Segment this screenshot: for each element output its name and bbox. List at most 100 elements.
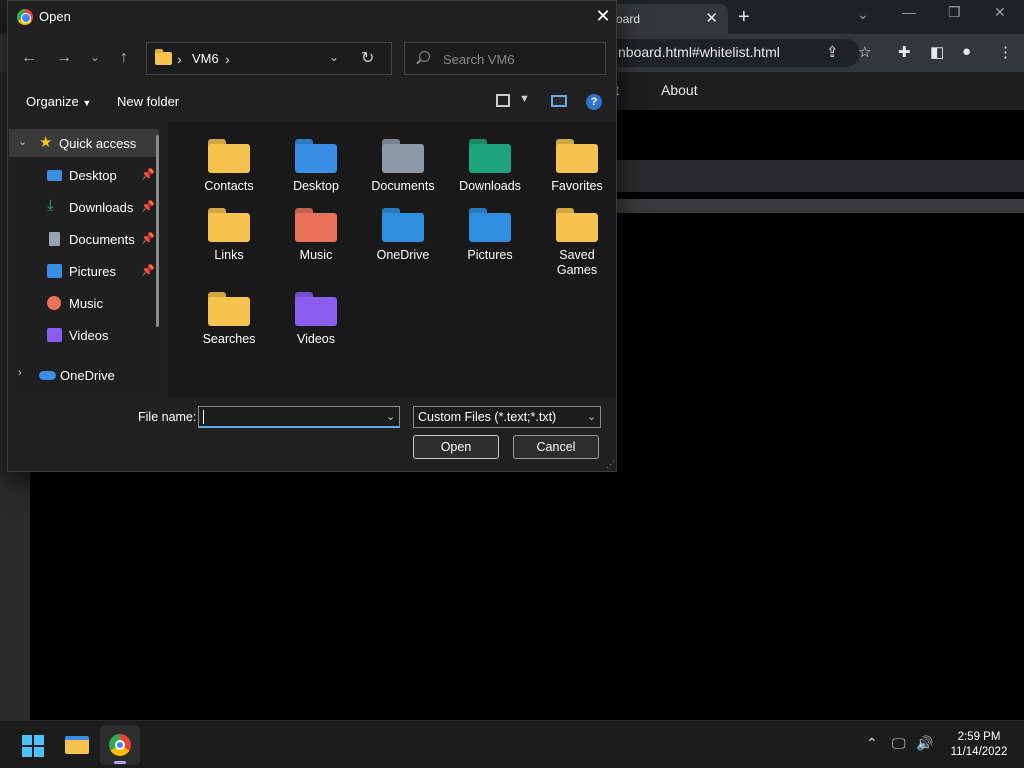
- file-item[interactable]: Music: [275, 198, 357, 276]
- chevron-down-icon[interactable]: ⌄: [18, 135, 27, 148]
- file-item[interactable]: Saved Games: [536, 198, 618, 277]
- organize-menu[interactable]: Organize ▼: [26, 94, 91, 109]
- sidebar-item-quick-access[interactable]: ⌄ ★ Quick access: [9, 129, 159, 157]
- clock[interactable]: 2:59 PM 11/14/2022: [944, 730, 1014, 760]
- sidebar-item-music[interactable]: Music: [15, 289, 165, 317]
- network-icon[interactable]: 🖵: [892, 735, 906, 752]
- documents-icon: [49, 232, 60, 246]
- windows-logo-icon: [22, 735, 44, 757]
- sidebar-item-onedrive[interactable]: › OneDrive: [9, 361, 159, 389]
- file-name-label: File name:: [138, 410, 197, 424]
- site-nav-about[interactable]: About: [661, 82, 698, 98]
- side-panel-icon[interactable]: ◧: [930, 43, 944, 61]
- file-item-label: Videos: [297, 332, 335, 346]
- file-item[interactable]: Pictures: [449, 198, 531, 276]
- navigation-pane: ⌄ ★ Quick access Desktop 📌 ⤓ Downloads 📌…: [9, 121, 167, 397]
- browser-tab[interactable]: oard ✕: [600, 4, 728, 34]
- file-item[interactable]: Videos: [275, 282, 357, 360]
- tab-search-icon[interactable]: ⌄: [857, 6, 869, 23]
- search-box[interactable]: [404, 42, 606, 75]
- search-input[interactable]: [443, 50, 593, 68]
- profile-icon[interactable]: ●: [962, 43, 971, 60]
- restore-icon[interactable]: ❐: [948, 4, 961, 21]
- nav-scrollbar[interactable]: [156, 135, 159, 327]
- url-text[interactable]: nboard.html#whitelist.html: [618, 44, 780, 60]
- pin-icon: 📌: [141, 201, 155, 213]
- help-icon[interactable]: ?: [586, 94, 602, 110]
- share-icon[interactable]: ⇪: [826, 43, 839, 61]
- sidebar-item-documents[interactable]: Documents 📌: [15, 225, 165, 253]
- window-close-icon[interactable]: ✕: [994, 4, 1006, 21]
- downloads-folder-icon: [469, 139, 511, 173]
- tab-close-icon[interactable]: ✕: [705, 9, 718, 27]
- file-item-label: Saved Games: [556, 248, 598, 277]
- forward-arrow-icon[interactable]: →: [53, 47, 75, 69]
- chevron-down-icon[interactable]: ⌄: [587, 410, 596, 423]
- open-button[interactable]: Open: [413, 435, 499, 459]
- desktop-icon: [47, 170, 62, 181]
- taskbar-file-explorer[interactable]: [56, 725, 96, 765]
- new-folder-button[interactable]: New folder: [117, 94, 179, 109]
- breadcrumb-chevron-icon[interactable]: ›: [177, 51, 182, 67]
- breadcrumb-chevron-icon[interactable]: ›: [225, 51, 230, 67]
- folder-icon: [208, 208, 250, 242]
- file-name-field[interactable]: ⌄: [198, 406, 400, 428]
- minimize-icon[interactable]: —: [902, 4, 916, 20]
- file-item[interactable]: Documents: [362, 129, 444, 207]
- address-dropdown-icon[interactable]: ⌄: [329, 50, 339, 64]
- up-arrow-icon[interactable]: ↑: [113, 47, 135, 69]
- resize-grip-icon[interactable]: ⋰: [606, 459, 615, 470]
- sidebar-item-downloads[interactable]: ⤓ Downloads 📌: [15, 193, 165, 221]
- videos-folder-icon: [295, 292, 337, 326]
- music-icon: [47, 296, 61, 310]
- file-item[interactable]: Downloads: [449, 129, 531, 207]
- cancel-button[interactable]: Cancel: [513, 435, 599, 459]
- chevron-down-icon[interactable]: ⌄: [386, 410, 395, 423]
- extensions-icon[interactable]: ✚: [898, 43, 911, 61]
- file-item[interactable]: Favorites: [536, 129, 618, 207]
- view-options-icon[interactable]: [496, 94, 510, 107]
- file-item[interactable]: Desktop: [275, 129, 357, 207]
- preview-pane-icon[interactable]: [551, 95, 567, 107]
- sidebar-item-videos[interactable]: Videos: [15, 321, 165, 349]
- dialog-titlebar: Open ✕: [8, 1, 616, 33]
- file-item[interactable]: Links: [188, 198, 270, 276]
- folder-icon: [556, 208, 598, 242]
- close-icon[interactable]: ✕: [592, 5, 614, 27]
- file-list: Contacts Desktop Documents Downloads Favorit…: [168, 121, 616, 397]
- desktop-folder-icon: [295, 139, 337, 173]
- file-type-select[interactable]: Custom Files (*.text;*.txt) ⌄: [413, 406, 601, 428]
- file-item[interactable]: Contacts: [188, 129, 270, 207]
- address-bar[interactable]: › VM6 › ⌄ ↻: [146, 42, 392, 75]
- show-hidden-icons-chevron-icon[interactable]: ⌃: [866, 735, 878, 752]
- back-arrow-icon[interactable]: ←: [18, 47, 40, 69]
- videos-icon: [47, 328, 62, 342]
- pictures-folder-icon: [469, 208, 511, 242]
- star-icon: ★: [39, 134, 53, 151]
- clock-time: 2:59 PM: [957, 731, 1001, 743]
- file-item-label: Pictures: [467, 248, 513, 262]
- menu-icon[interactable]: ⋮: [998, 43, 1013, 61]
- dialog-title: Open: [39, 9, 71, 24]
- taskbar-chrome[interactable]: [100, 725, 140, 765]
- file-item-label: Documents: [371, 179, 435, 193]
- open-file-dialog: Open ✕ ← → ⌄ ↑ › VM6 › ⌄ ↻ Organize ▼ Ne…: [7, 0, 617, 472]
- bookmark-star-icon[interactable]: ☆: [858, 43, 871, 61]
- sidebar-item-pictures[interactable]: Pictures 📌: [15, 257, 165, 285]
- volume-icon[interactable]: 🔊: [916, 735, 933, 752]
- file-item-label: Music: [299, 248, 333, 262]
- breadcrumb[interactable]: VM6: [192, 51, 219, 66]
- chevron-right-icon[interactable]: ›: [18, 367, 22, 379]
- new-tab-icon[interactable]: +: [738, 6, 750, 29]
- view-dropdown-icon[interactable]: ▼: [519, 93, 530, 105]
- file-item[interactable]: OneDrive: [362, 198, 444, 276]
- start-button[interactable]: [12, 725, 52, 765]
- recent-locations-chevron-icon[interactable]: ⌄: [84, 47, 106, 69]
- active-indicator: [114, 761, 126, 764]
- organize-label: Organize: [26, 94, 79, 109]
- file-item[interactable]: Searches: [188, 282, 270, 360]
- sidebar-item-label: OneDrive: [60, 368, 115, 383]
- refresh-icon[interactable]: ↻: [361, 48, 374, 68]
- sidebar-item-desktop[interactable]: Desktop 📌: [15, 161, 165, 189]
- chevron-down-icon: ▼: [82, 98, 92, 108]
